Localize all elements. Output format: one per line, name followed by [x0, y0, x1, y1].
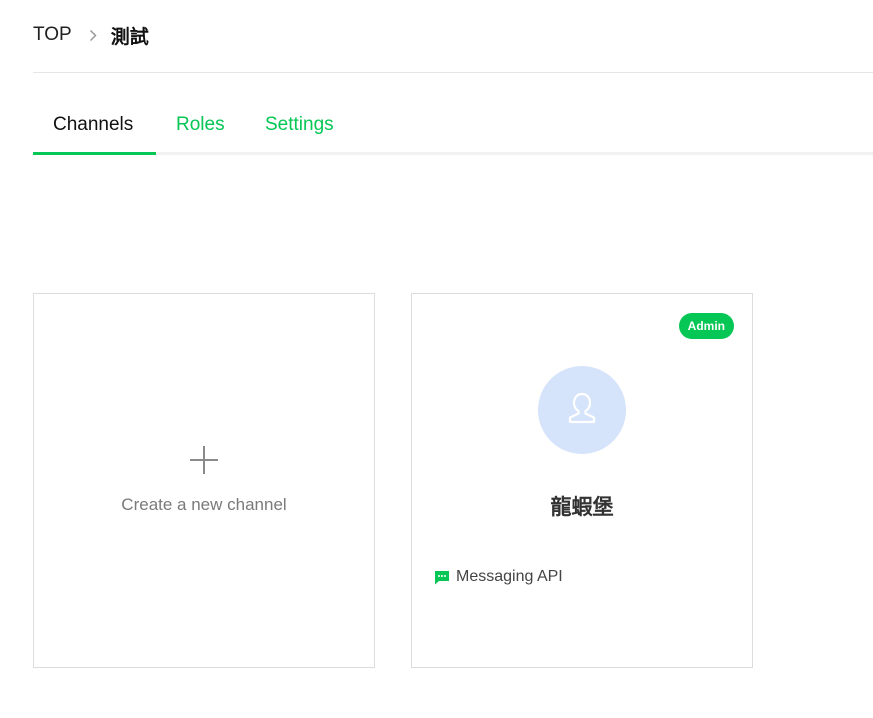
- channel-card[interactable]: Admin 龍蝦堡 Messaging API: [411, 293, 753, 668]
- message-icon: [434, 570, 450, 585]
- create-channel-label: Create a new channel: [121, 495, 287, 514]
- breadcrumb: TOP 測試: [33, 22, 149, 48]
- admin-badge: Admin: [678, 313, 734, 339]
- tab-channels[interactable]: Channels: [53, 114, 133, 136]
- channel-type-label: Messaging API: [456, 568, 563, 585]
- active-tab-indicator: [33, 152, 156, 155]
- avatar: [538, 366, 626, 454]
- breadcrumb-current: 測試: [110, 26, 149, 48]
- tab-roles[interactable]: Roles: [176, 114, 225, 136]
- tab-bar: Channels Roles Settings: [33, 100, 873, 155]
- chevron-right-icon: [89, 29, 97, 42]
- plus-icon: [188, 444, 220, 476]
- tab-settings[interactable]: Settings: [265, 114, 334, 136]
- page: TOP 測試 Channels Roles Settings Create a …: [0, 0, 873, 718]
- channel-name: 龍蝦堡: [550, 496, 614, 519]
- create-channel-card[interactable]: Create a new channel: [33, 293, 375, 668]
- breadcrumb-top-link[interactable]: TOP: [33, 24, 72, 46]
- user-icon: [564, 390, 600, 431]
- tab-bar-rule: [33, 152, 873, 155]
- channel-type: Messaging API: [434, 568, 563, 586]
- header-divider: [33, 72, 873, 73]
